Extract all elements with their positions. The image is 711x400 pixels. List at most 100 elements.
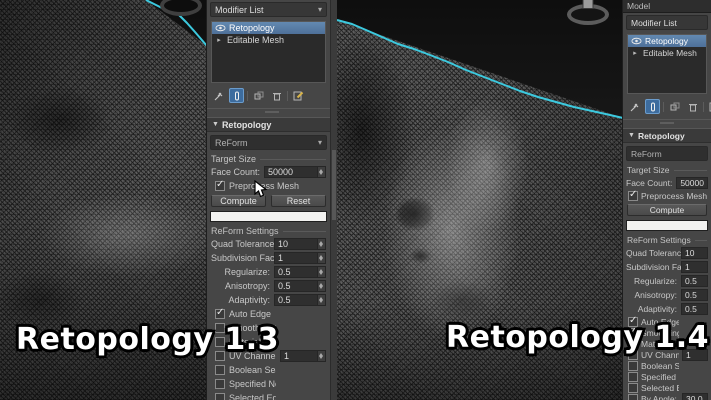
algorithm-dropdown[interactable]: ReForm ▾ [210, 135, 327, 150]
option-label: Specified Normals [641, 372, 679, 382]
make-unique-icon[interactable] [251, 88, 266, 103]
option-row[interactable]: Boolean Seams [215, 364, 326, 376]
toolbar-separator [287, 90, 288, 101]
action-button[interactable]: Compute [627, 204, 707, 216]
checkbox-icon[interactable] [628, 361, 638, 371]
option-value-input[interactable]: 1 [280, 350, 326, 362]
visibility-eye-icon[interactable] [215, 24, 226, 32]
spinner-arrows-icon[interactable] [317, 267, 325, 277]
spinner-arrows-icon[interactable] [317, 281, 325, 291]
spinner-row: Anisotropy: 0.5 [211, 280, 326, 292]
scene-object-disc-right [567, 0, 609, 25]
chevron-down-icon: ▾ [317, 5, 322, 14]
spinner-input[interactable]: 0.5 [274, 266, 326, 278]
spinner-input[interactable]: 0.5 [274, 294, 326, 306]
panel-scrollbar[interactable] [330, 0, 337, 400]
option-row[interactable]: Auto Edge [215, 307, 326, 320]
stack-item-retopology[interactable]: Retopology [628, 35, 706, 47]
spinner-input[interactable]: 10 [681, 247, 708, 259]
option-label: Selected Edges [641, 383, 679, 393]
spinner-arrows-icon[interactable] [317, 253, 325, 263]
scrollbar-thumb[interactable] [332, 150, 336, 220]
checkbox-label: Preprocess Mesh [641, 191, 708, 201]
checkbox-icon[interactable] [628, 394, 638, 400]
stack-item-label: Retopology [229, 23, 275, 33]
spinner-input[interactable]: 1 [274, 252, 326, 264]
algorithm-dropdown[interactable]: ReForm [626, 146, 708, 161]
spinner-arrows-icon[interactable] [317, 167, 325, 177]
spinner-arrows-icon[interactable] [317, 295, 325, 305]
checkbox-icon[interactable] [215, 379, 225, 389]
option-value-input[interactable]: 30.0 [682, 393, 708, 400]
screenshot-root: Modifier List ▾ Retopology ▸ Editable Me… [0, 0, 711, 400]
visibility-eye-icon[interactable] [631, 37, 642, 45]
settings-spinner-list: Quad Tolerance %: 10 Subdivision Factor:… [623, 247, 711, 315]
option-row[interactable]: By Angle: 30.0 [628, 393, 708, 400]
option-row[interactable]: Specified Normals [628, 372, 708, 382]
stack-item-editable-mesh[interactable]: ▸ Editable Mesh [212, 34, 325, 46]
pin-stack-icon[interactable] [211, 88, 226, 103]
collapse-arrow-icon: ▼ [628, 132, 635, 139]
make-unique-icon[interactable] [667, 99, 682, 114]
spinner-input[interactable]: 0.5 [681, 303, 708, 315]
option-row[interactable]: Boolean Seams [628, 361, 708, 371]
stack-item-editable-mesh[interactable]: ▸ Editable Mesh [628, 47, 706, 59]
spinner-arrows-icon[interactable] [317, 351, 325, 361]
preprocess-mesh-checkbox-row[interactable]: Preprocess Mesh [628, 189, 708, 201]
spinner-label: Anisotropy: [634, 290, 677, 300]
spinner-input[interactable]: 0.5 [681, 289, 708, 301]
modifier-list-dropdown[interactable]: Modifier List ▾ [210, 2, 327, 17]
option-label: Selected Edges [229, 393, 276, 400]
spinner-input[interactable]: 0.5 [681, 275, 708, 287]
spinner-row: Subdivision Factor: 1 [626, 261, 708, 273]
spinner-label: Quad Tolerance %: [211, 239, 274, 249]
option-row[interactable]: Selected Edges [215, 392, 326, 400]
spinner-label: Quad Tolerance %: [626, 248, 681, 258]
checkbox-label: Preprocess Mesh [229, 181, 300, 191]
rollout-grip[interactable] [623, 119, 711, 128]
checkbox-icon[interactable] [215, 393, 225, 400]
checkbox-icon[interactable] [628, 189, 638, 201]
checkbox-icon[interactable] [628, 383, 638, 393]
checkbox-icon[interactable] [215, 307, 225, 319]
spinner-row: Anisotropy: 0.5 [626, 289, 708, 301]
action-button[interactable]: Compute [211, 195, 266, 207]
face-count-label: Face Count: [626, 178, 673, 188]
pin-stack-icon[interactable] [627, 99, 642, 114]
option-label: Auto Edge [229, 309, 272, 319]
face-count-input[interactable]: 50000 [676, 177, 708, 189]
scene-object-disc-left [160, 0, 202, 16]
spinner-input[interactable]: 0.5 [274, 280, 326, 292]
action-buttons: Compute Reset [211, 195, 326, 207]
modifier-list-dropdown[interactable]: Modifier List [626, 15, 708, 30]
checkbox-icon[interactable] [628, 372, 638, 382]
option-row[interactable]: Selected Edges [628, 383, 708, 393]
retopology-rollout-header[interactable]: ▼ Retopology [207, 117, 337, 132]
show-end-result-icon[interactable] [645, 99, 660, 114]
modifier-stack: Retopology ▸ Editable Mesh [627, 34, 707, 94]
algorithm-label: ReForm [215, 137, 248, 148]
preprocess-mesh-checkbox-row[interactable]: Preprocess Mesh [215, 179, 326, 192]
stack-toolbar [623, 96, 711, 116]
face-count-input[interactable]: 50000 [264, 166, 326, 178]
spinner-input[interactable]: 10 [274, 238, 326, 250]
retopology-rollout-header[interactable]: ▼ Retopology [623, 128, 711, 143]
show-end-result-icon[interactable] [229, 88, 244, 103]
spinner-arrows-icon[interactable] [317, 239, 325, 249]
stack-item-label: Editable Mesh [227, 35, 285, 45]
spinner-row: Subdivision Factor: 1 [211, 252, 326, 264]
option-row[interactable]: Specified Normals [215, 378, 326, 390]
toolbar-separator [663, 101, 664, 112]
configure-modifier-sets-icon[interactable] [707, 99, 711, 114]
checkbox-icon[interactable] [215, 179, 225, 191]
spinner-input[interactable]: 1 [681, 261, 708, 273]
remove-modifier-icon[interactable] [269, 88, 284, 103]
configure-modifier-sets-icon[interactable] [291, 88, 306, 103]
action-button[interactable]: Reset [271, 195, 326, 207]
stack-item-retopology[interactable]: Retopology [212, 22, 325, 34]
checkbox-icon[interactable] [215, 365, 225, 375]
rollout-grip[interactable] [207, 108, 337, 117]
remove-modifier-icon[interactable] [685, 99, 700, 114]
expand-arrow-icon: ▸ [217, 37, 221, 44]
reform-settings-group-label: ReForm Settings [211, 226, 326, 236]
